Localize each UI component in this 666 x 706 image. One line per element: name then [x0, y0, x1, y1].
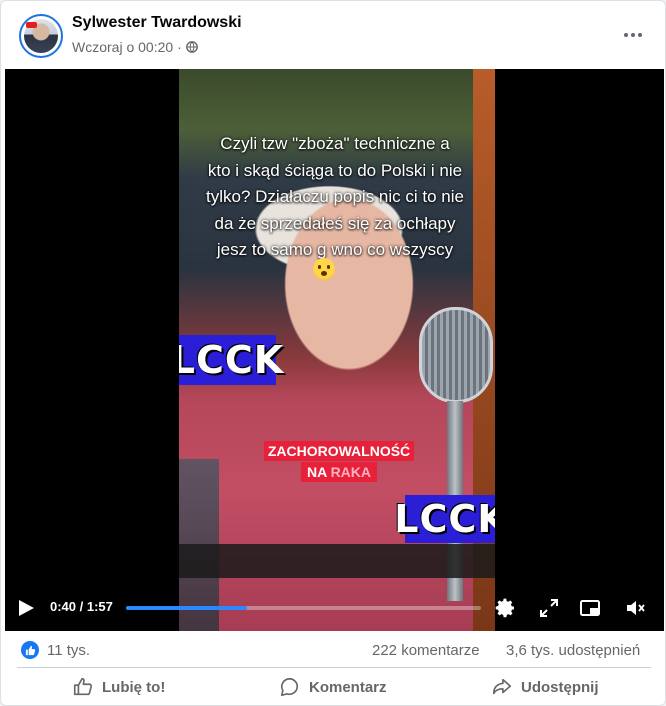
live-badge-icon	[26, 22, 37, 28]
like-label: Lubię to!	[102, 678, 166, 696]
caption-line: tylko? Działaczu popis nic ci to nie	[206, 187, 464, 206]
thumbs-up-icon	[73, 677, 93, 696]
banner-word-raka: RAKA	[330, 464, 372, 480]
post-stats: 11 tys. 222 komentarze 3,6 tys. udostępn…	[1, 633, 665, 667]
banner-line-1: ZACHOROWALNOŚĆ	[263, 441, 415, 461]
globe-icon	[185, 41, 198, 53]
share-count[interactable]: 3,6 tys. udostępnień	[506, 642, 640, 659]
more-dot	[631, 33, 635, 37]
settings-gear-icon[interactable]	[493, 596, 517, 620]
caption-line: da że sprzedałeś się za ochłapy	[214, 213, 456, 233]
share-label: Udostępnij	[521, 678, 599, 696]
comment-label: Komentarz	[309, 678, 387, 696]
lcck-sticker: LCCK	[394, 495, 495, 543]
banner-word-na: NA	[306, 464, 331, 480]
share-arrow-icon	[492, 678, 512, 695]
video-controls: 0:40 / 1:57	[5, 587, 664, 631]
microphone-icon	[419, 307, 493, 403]
progress-fill	[126, 606, 247, 610]
post-meta: Wczoraj o 00:20 ·	[72, 39, 198, 55]
caption-line: kto i skąd ściąga to do Polski i nie	[207, 160, 463, 180]
lcck-sticker: LCCK	[179, 335, 283, 385]
video-time: 0:40 / 1:57	[50, 599, 113, 614]
mute-volume-icon[interactable]	[624, 596, 648, 620]
video-player[interactable]: Czyli tzw "zboża" techniczne a kto i ską…	[5, 69, 664, 631]
video-caption-overlay: Czyli tzw "zboża" techniczne a kto i ską…	[185, 131, 485, 264]
comment-count[interactable]: 222 komentarze	[372, 642, 480, 659]
post-actions: Lubię to! Komentarz Udostępnij	[1, 669, 665, 705]
fullscreen-icon[interactable]	[537, 596, 561, 620]
caption-line: Czyli tzw "zboża" techniczne a	[220, 134, 450, 153]
meta-separator: ·	[177, 39, 182, 55]
video-banner: ZACHOROWALNOŚĆ NA RAKA	[253, 441, 425, 482]
picture-in-picture-icon[interactable]	[578, 596, 602, 620]
video-frame: Czyli tzw "zboża" techniczne a kto i ską…	[179, 69, 495, 631]
banner-line-2: NA RAKA	[300, 462, 378, 482]
microphone-arm	[179, 544, 495, 578]
more-dots-icon	[624, 33, 628, 37]
like-button[interactable]: Lubię to!	[72, 673, 165, 701]
avatar[interactable]	[19, 14, 63, 58]
flushed-emoji-icon	[313, 258, 335, 280]
caption-line: jesz to samo g wno co wszyscy	[216, 240, 454, 259]
like-reaction-icon[interactable]	[21, 641, 39, 659]
more-dot	[638, 33, 642, 37]
more-options-button[interactable]	[621, 23, 645, 47]
share-button[interactable]: Udostępnij	[491, 673, 599, 701]
divider	[17, 667, 651, 668]
reaction-count[interactable]: 11 tys.	[47, 642, 90, 659]
progress-bar[interactable]	[126, 606, 481, 610]
post-header: Sylwester Twardowski Wczoraj o 00:20 ·	[1, 1, 665, 69]
comment-bubble-icon	[280, 677, 299, 697]
post-timestamp[interactable]: Wczoraj o 00:20	[72, 39, 173, 55]
facebook-post: Sylwester Twardowski Wczoraj o 00:20 · C…	[0, 0, 666, 706]
comment-button[interactable]: Komentarz	[279, 673, 387, 701]
author-name[interactable]: Sylwester Twardowski	[72, 14, 242, 32]
play-button[interactable]	[19, 600, 34, 616]
